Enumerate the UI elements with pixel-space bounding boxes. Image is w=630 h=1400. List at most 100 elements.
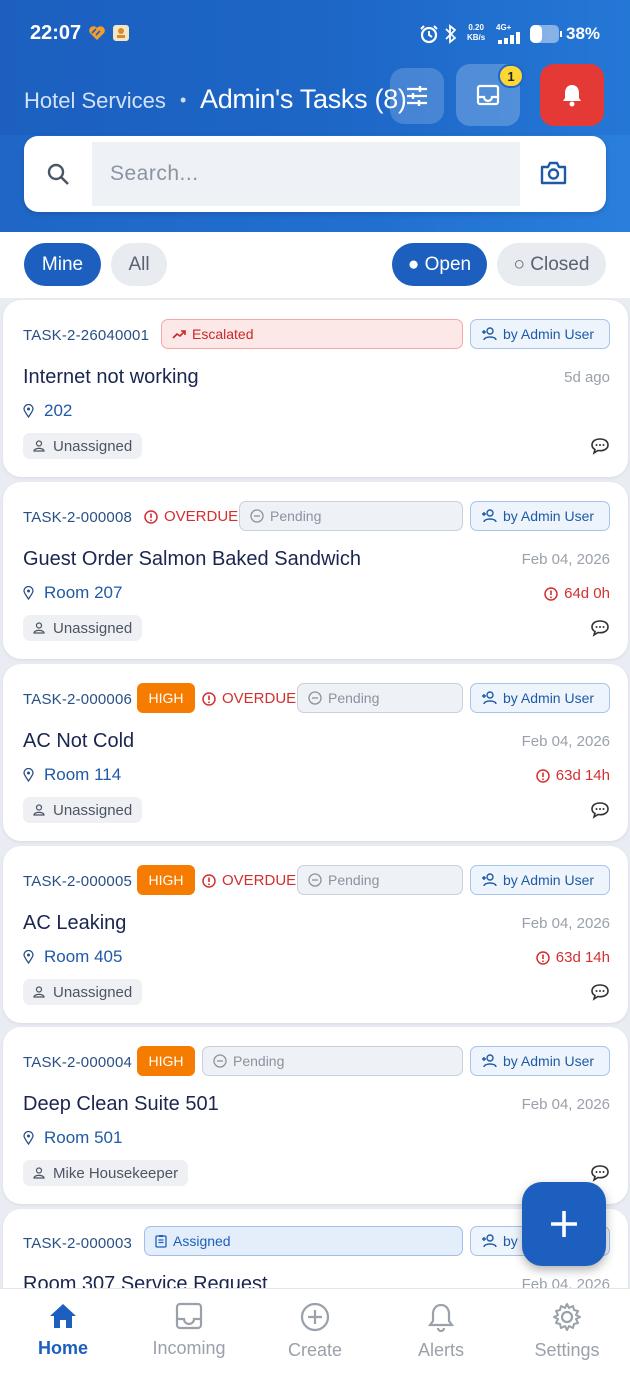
- task-id: TASK-2-000004: [23, 1054, 133, 1071]
- overdue-indicator: OVERDUE: [202, 872, 296, 889]
- task-date: Feb 04, 2026: [521, 915, 610, 932]
- overdue-label: OVERDUE: [222, 872, 297, 889]
- alert-circle-icon: [536, 950, 550, 965]
- task-card[interactable]: TASK-2-000008 OVERDUE Pending by Admin U…: [3, 482, 628, 659]
- assignee-label: Unassigned: [53, 801, 133, 819]
- signal-icon: [498, 32, 520, 44]
- filter-all-chip[interactable]: All: [111, 243, 167, 286]
- elapsed-time: 63d 14h: [536, 949, 610, 966]
- comment-icon[interactable]: [590, 983, 610, 1001]
- created-by-label: by Admin User: [503, 690, 595, 706]
- sliders-icon: [407, 86, 427, 106]
- person-icon: [33, 986, 45, 998]
- task-room: 202: [23, 401, 72, 421]
- status-pill: Escalated: [161, 319, 463, 349]
- status-label: Pending: [233, 1053, 285, 1069]
- task-date: Feb 04, 2026: [521, 1096, 610, 1113]
- created-by-label: by Admin User: [503, 508, 595, 524]
- task-card[interactable]: TASK-2-000005 HIGH OVERDUE Pending by Ad…: [3, 846, 628, 1023]
- overdue-label: OVERDUE: [164, 508, 239, 525]
- status-pill: Pending: [297, 865, 463, 895]
- location-pin-icon: [23, 950, 34, 964]
- location-pin-icon: [23, 768, 34, 782]
- comment-icon[interactable]: [590, 801, 610, 819]
- inbox-icon: [175, 1302, 203, 1330]
- breadcrumb[interactable]: Hotel Services: [24, 88, 166, 114]
- alert-circle-icon: [544, 586, 558, 601]
- plus-icon: [551, 1211, 577, 1237]
- assignee-chip: Unassigned: [23, 979, 143, 1005]
- comment-icon[interactable]: [590, 619, 610, 637]
- nav-alerts[interactable]: Alerts: [378, 1302, 504, 1361]
- gear-icon: [553, 1303, 581, 1331]
- task-card[interactable]: TASK-2-000006 HIGH OVERDUE Pending by Ad…: [3, 664, 628, 841]
- comment-icon[interactable]: [590, 1164, 610, 1182]
- pending-icon: [250, 509, 264, 523]
- pending-icon: [308, 691, 322, 705]
- battery-percentage: 38%: [566, 24, 601, 43]
- nav-settings-label: Settings: [534, 1340, 600, 1360]
- elapsed-label: 64d 0h: [564, 585, 610, 602]
- filter-closed-chip[interactable]: ○ Closed: [497, 243, 606, 286]
- person-add-icon: [482, 873, 497, 887]
- add-circle-icon: [300, 1302, 330, 1332]
- task-date: Feb 04, 2026: [521, 551, 610, 568]
- bell-icon: [428, 1303, 454, 1332]
- task-room: Room 405: [23, 947, 122, 967]
- filter-button[interactable]: [390, 68, 444, 124]
- filter-mine-chip[interactable]: Mine: [24, 243, 101, 286]
- person-add-icon: [482, 691, 497, 705]
- task-title: Guest Order Salmon Baked Sandwich: [23, 548, 361, 570]
- nav-create[interactable]: Create: [252, 1302, 378, 1361]
- status-pill: Pending: [239, 501, 463, 531]
- alert-circle-icon: [144, 509, 158, 524]
- created-by-label: by Admin User: [503, 872, 595, 888]
- network-speed: 0.20 KB/s: [467, 23, 486, 42]
- status-label: Escalated: [192, 326, 254, 342]
- camera-icon[interactable]: [540, 161, 567, 185]
- nav-incoming[interactable]: Incoming: [126, 1302, 252, 1359]
- priority-badge: HIGH: [137, 683, 195, 713]
- task-id: TASK-2-000003: [23, 1235, 133, 1252]
- assignee-label: Unassigned: [53, 619, 133, 637]
- person-add-icon: [482, 1054, 497, 1068]
- room-label: 202: [44, 401, 73, 420]
- home-icon: [50, 1304, 76, 1328]
- nav-alerts-label: Alerts: [417, 1340, 464, 1360]
- assignee-chip: Unassigned: [23, 797, 143, 823]
- created-by-pill: by Admin User: [470, 501, 610, 531]
- task-card[interactable]: TASK-2-000004 HIGH Pending by Admin User…: [3, 1027, 628, 1204]
- search-placeholder: Search...: [110, 162, 199, 185]
- assignee-chip: Unassigned: [23, 433, 143, 459]
- location-pin-icon: [23, 404, 34, 418]
- filter-open-chip[interactable]: ● Open: [392, 243, 487, 286]
- search-icon[interactable]: [46, 162, 70, 186]
- person-add-icon: [482, 509, 497, 523]
- task-id: TASK-2-000006: [23, 691, 133, 708]
- task-room: Room 501: [23, 1128, 122, 1148]
- task-title: AC Not Cold: [23, 730, 135, 752]
- nav-incoming-label: Incoming: [152, 1338, 226, 1358]
- status-label: Assigned: [173, 1233, 231, 1249]
- task-card[interactable]: TASK-2-26040001 Escalated by Admin User …: [3, 300, 628, 477]
- created-by-pill: by Admin User: [470, 319, 610, 349]
- task-id: TASK-2-000008: [23, 509, 133, 526]
- person-icon: [33, 804, 45, 816]
- elapsed-time: 63d 14h: [536, 767, 610, 784]
- nav-home[interactable]: Home: [0, 1302, 126, 1359]
- overdue-indicator: OVERDUE: [202, 690, 296, 707]
- status-pill: Pending: [297, 683, 463, 713]
- comment-icon[interactable]: [590, 437, 610, 455]
- page-title: Admin's Tasks (8): [200, 84, 407, 114]
- person-add-icon: [482, 1234, 497, 1248]
- assignee-chip: Unassigned: [23, 615, 143, 641]
- created-by-label: by: [503, 1233, 518, 1249]
- add-task-button[interactable]: [522, 1182, 606, 1266]
- nav-settings[interactable]: Settings: [504, 1302, 630, 1361]
- inbox-icon: [476, 84, 500, 106]
- assignee-label: Mike Housekeeper: [53, 1164, 179, 1182]
- alert-button[interactable]: [540, 64, 604, 126]
- room-label: Room 207: [44, 583, 123, 602]
- app-notification-icon: [113, 25, 129, 41]
- location-pin-icon: [23, 1131, 34, 1145]
